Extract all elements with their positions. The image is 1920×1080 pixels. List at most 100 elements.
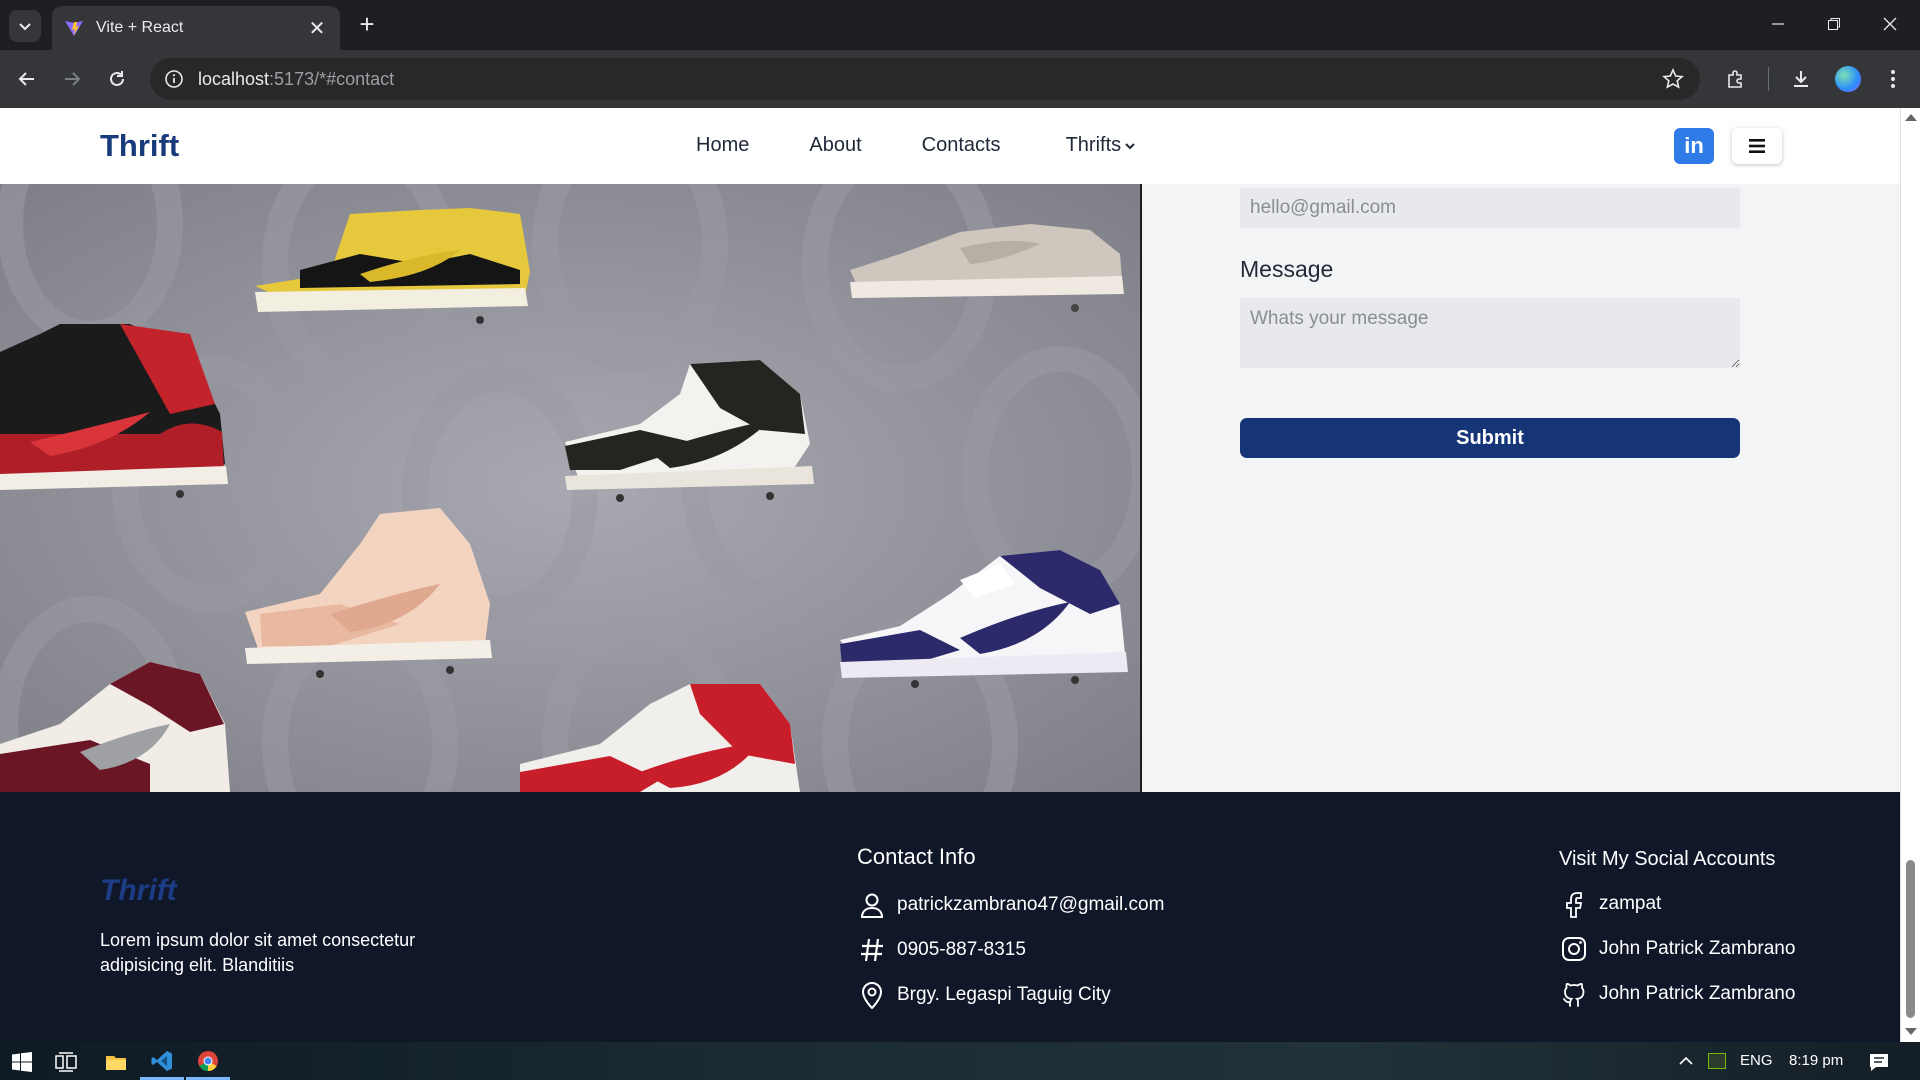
sneaker-wall-image [0,184,1140,792]
linkedin-button[interactable]: in [1674,128,1714,164]
windows-taskbar: ENG 8:19 pm [0,1042,1920,1080]
file-explorer-button[interactable] [94,1044,138,1080]
folder-icon [106,1056,126,1070]
facebook-account-text: zampat [1599,893,1662,914]
github-account-text: John Patrick Zambrano [1599,983,1796,1004]
close-window-button[interactable] [1866,8,1914,40]
nav-link-home[interactable]: Home [696,134,749,157]
message-label: Message [1240,256,1334,282]
url-text: localhost:5173/*#contact [198,69,394,90]
reload-button[interactable] [101,63,133,95]
nvidia-tray-icon[interactable] [1708,1053,1726,1069]
nav-dropdown-thrifts[interactable]: Thrifts [1066,134,1137,157]
profile-button[interactable] [1832,63,1864,95]
url-host: localhost [198,68,270,89]
chrome-icon [198,1050,218,1071]
contact-email-item[interactable]: patrickzambrano47@gmail.com [857,890,1164,920]
linkedin-icon: in [1684,133,1704,158]
minimize-icon [1772,23,1784,25]
forward-button[interactable] [56,63,88,95]
start-button[interactable] [0,1044,44,1080]
download-icon [1794,71,1808,87]
contact-form: Message Submit [1142,184,1900,792]
new-tab-button[interactable]: + [352,10,382,40]
restore-icon [1828,18,1840,30]
social-github-item[interactable]: John Patrick Zambrano [1559,979,1795,1009]
url-path: :5173/*#contact [269,68,395,89]
instagram-icon [1559,934,1589,964]
scroll-up-arrow-icon[interactable] [1905,114,1917,121]
close-icon [1883,17,1897,31]
kebab-menu-icon [1891,70,1895,88]
tab-title: Vite + React [96,19,184,36]
notification-icon[interactable] [1868,1052,1890,1072]
hamburger-icon [1749,139,1765,153]
submit-button[interactable]: Submit [1240,418,1740,458]
contact-info-title: Contact Info [857,844,976,869]
task-view-button[interactable] [44,1044,88,1080]
nav-link-thrifts[interactable]: Thrifts [1066,134,1122,157]
clock-time[interactable]: 8:19 pm [1789,1052,1843,1069]
contact-email-text: patrickzambrano47@gmail.com [897,894,1165,915]
tray-chevron-up-icon[interactable] [1678,1055,1694,1067]
vscode-button[interactable] [140,1044,184,1080]
toolbar-divider [1768,67,1769,91]
chevron-down-icon [1125,142,1135,149]
social-instagram-item[interactable]: John Patrick Zambrano [1559,934,1795,964]
contact-phone-text: 0905-887-8315 [897,939,1026,960]
nav-link-about[interactable]: About [809,134,861,157]
contact-address-text: Brgy. Legaspi Taguig City [897,984,1111,1005]
sneaker-wall-illustration [0,184,1140,792]
puzzle-icon [1728,70,1742,88]
restore-button[interactable] [1810,8,1858,40]
hamburger-menu-button[interactable] [1732,128,1782,164]
task-view-icon [55,1052,77,1072]
address-bar[interactable]: localhost:5173/*#contact [150,58,1700,100]
scrollbar-thumb[interactable] [1906,860,1915,1018]
chrome-button[interactable] [186,1044,230,1080]
vscode-icon [151,1050,172,1071]
browser-menu-button[interactable] [1877,63,1909,95]
nav-link-contacts[interactable]: Contacts [922,134,1001,157]
bookmark-star-icon[interactable] [1662,68,1684,90]
browser-tabstrip: Vite + React ✕ + [0,0,1920,50]
back-button[interactable] [11,63,43,95]
page-scrollbar[interactable] [1900,108,1920,1042]
user-icon [857,890,887,920]
github-icon [1559,979,1589,1009]
site-info-icon[interactable] [164,69,184,89]
footer-brand[interactable]: Thrift [100,874,177,908]
language-indicator[interactable]: ENG [1740,1052,1773,1069]
social-accounts-title: Visit My Social Accounts [1559,848,1776,870]
site-brand-logo[interactable]: Thrift [100,128,179,164]
scroll-down-arrow-icon[interactable] [1905,1028,1917,1035]
chevron-down-icon [19,23,31,31]
tab-search-button[interactable] [9,10,41,42]
site-footer: Thrift Lorem ipsum dolor sit amet consec… [0,792,1900,1042]
windows-logo-icon [12,1052,32,1072]
email-field[interactable] [1240,188,1740,228]
main-menu: Home About Contacts Thrifts [696,134,1136,157]
extensions-button[interactable] [1720,63,1752,95]
reload-icon [110,71,124,86]
minimize-button[interactable] [1754,8,1802,40]
page-viewport: Thrift Home About Contacts Thrifts in he… [0,108,1900,1042]
contact-phone-item[interactable]: 0905-887-8315 [857,935,1026,965]
profile-avatar [1835,66,1861,92]
site-navbar: Thrift Home About Contacts Thrifts in [0,108,1900,184]
browser-tab[interactable]: Vite + React ✕ [52,6,340,50]
instagram-account-text: John Patrick Zambrano [1599,938,1796,959]
arrow-right-icon [65,72,81,86]
social-facebook-item[interactable]: zampat [1559,889,1661,919]
location-pin-icon [857,980,887,1010]
arrow-left-icon [18,72,34,86]
footer-description: Lorem ipsum dolor sit amet consectetur a… [100,930,416,975]
downloads-button[interactable] [1785,63,1817,95]
contact-address-item[interactable]: Brgy. Legaspi Taguig City [857,980,1111,1010]
hash-icon [857,935,887,965]
browser-toolbar: localhost:5173/*#contact [0,50,1920,108]
message-field[interactable] [1240,298,1740,368]
vite-logo-icon [65,21,83,36]
facebook-icon [1559,889,1589,919]
tab-close-icon[interactable]: ✕ [306,16,328,41]
